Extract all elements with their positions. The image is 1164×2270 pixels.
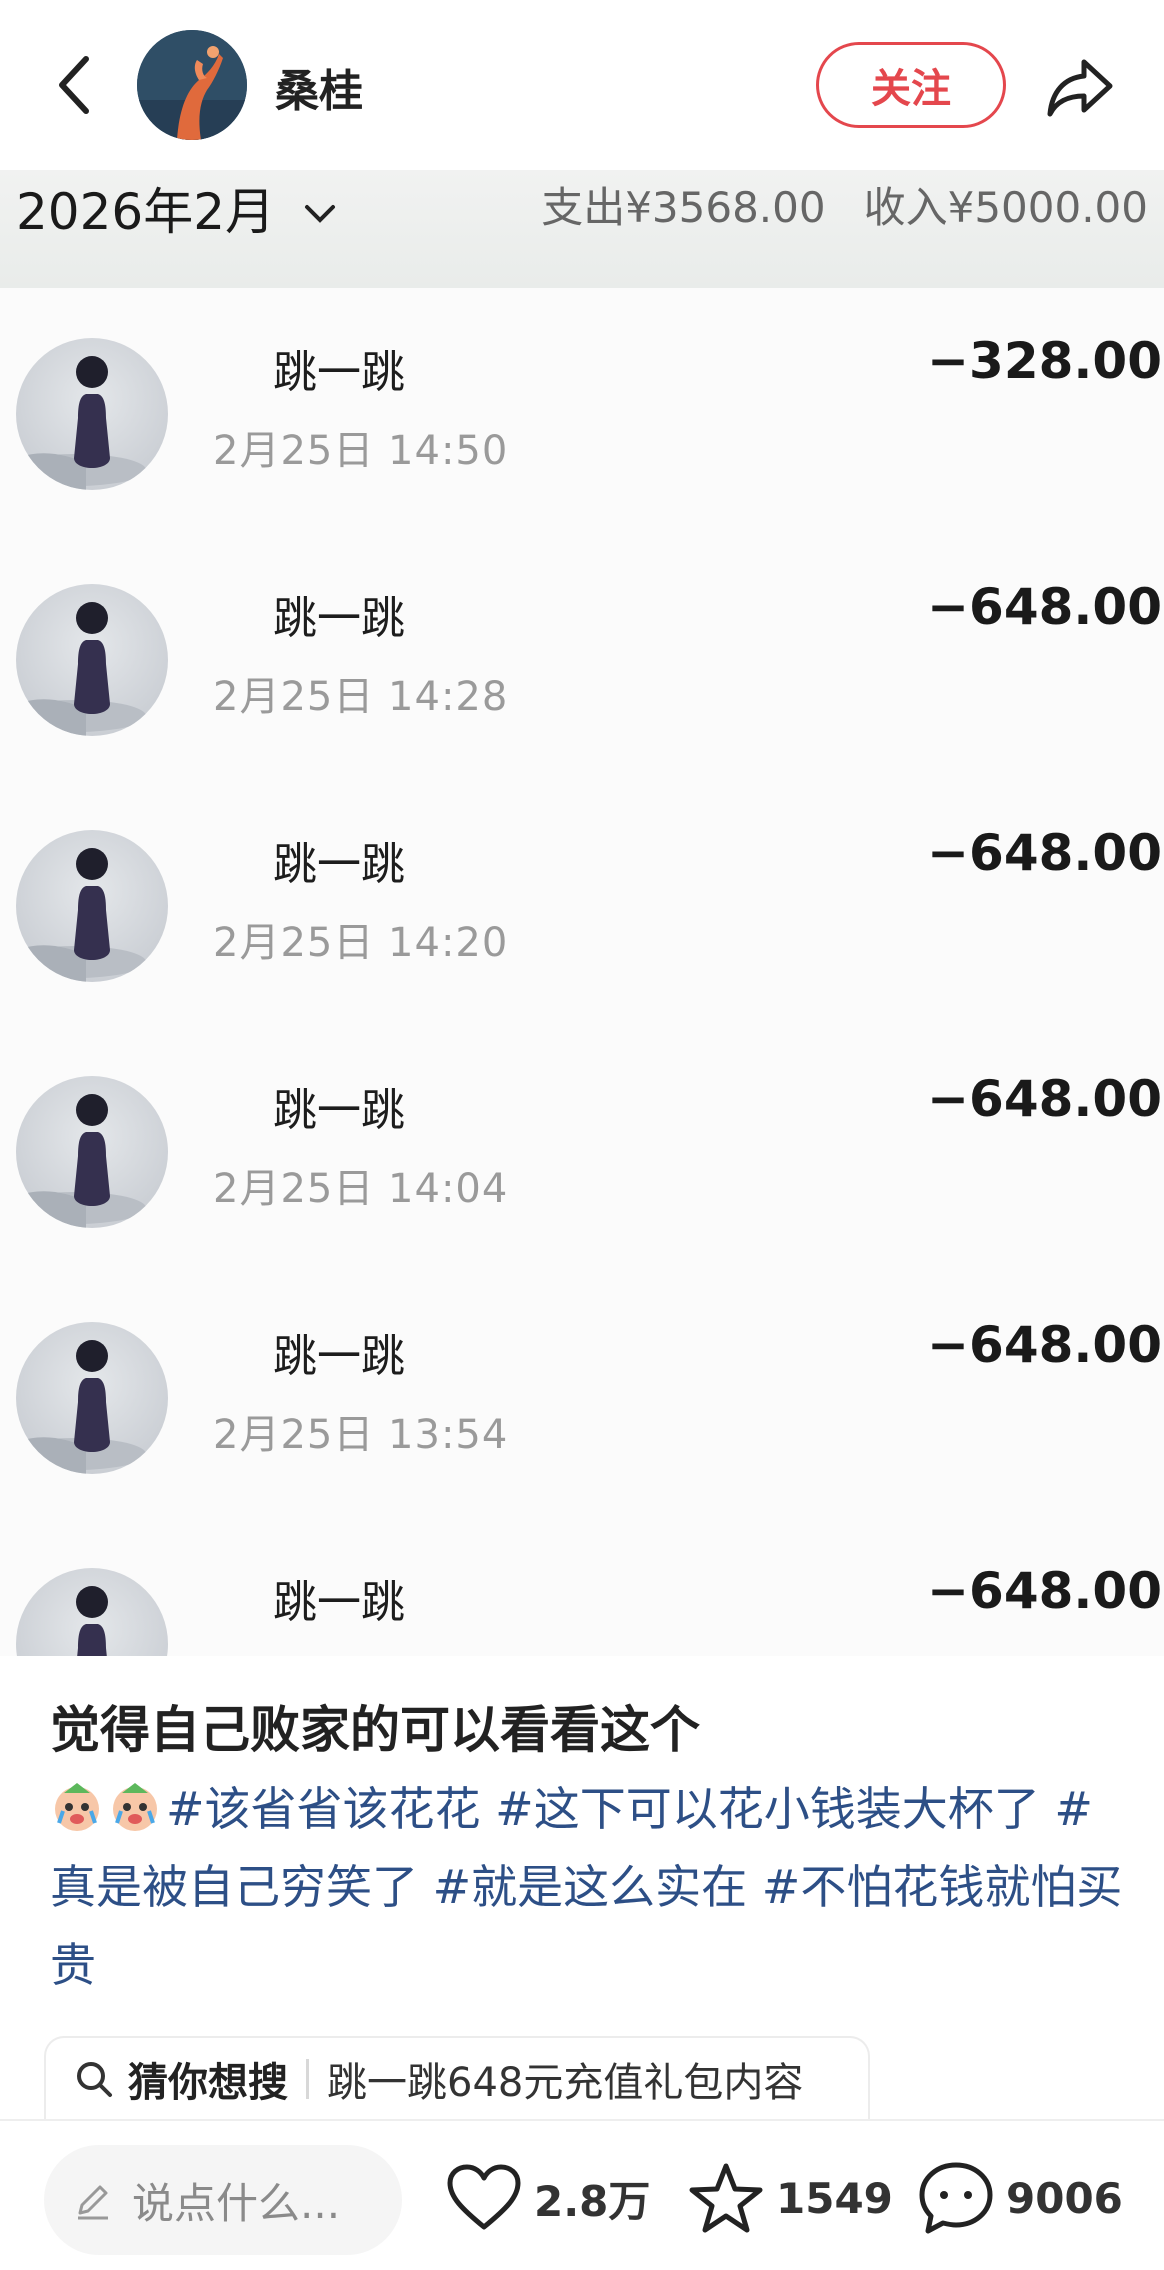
author-avatar[interactable] [137, 30, 247, 140]
hashtag-link[interactable]: #就是这么实在 [433, 1860, 748, 1914]
transaction-amount: −648.00 [927, 1562, 1162, 1620]
transaction-list: 跳一跳 2月25日 14:50 −328.00 跳一跳 2月25日 14:28 −648.… [0, 288, 1164, 1660]
search-suggestion[interactable]: 猜你想搜 跳一跳648元充值礼包内容 [44, 2036, 870, 2120]
comment-button[interactable]: 9006 [918, 2153, 1123, 2243]
favorite-button[interactable]: 1549 [688, 2153, 893, 2243]
transaction-row[interactable]: 跳一跳 2月25日 14:04 −648.00 [0, 1026, 1164, 1272]
divider [306, 2059, 309, 2099]
comment-count: 9006 [1006, 2173, 1123, 2223]
transaction-amount: −648.00 [927, 578, 1162, 636]
transaction-time: 2月25日 14:04 [213, 1166, 509, 1212]
game-avatar [16, 1076, 168, 1228]
transaction-amount: −328.00 [927, 332, 1162, 390]
search-suggestion-query: 跳一跳648元充值礼包内容 [327, 2060, 804, 2106]
transaction-name: 跳一跳 [273, 839, 405, 890]
crying-emoji-icon [55, 1783, 99, 1831]
like-button[interactable]: 2.8万 [446, 2153, 650, 2243]
bottom-bar: 说点什么... 2.8万 1549 9006 [0, 2121, 1164, 2270]
transaction-amount: −648.00 [927, 1316, 1162, 1374]
hashtag-link[interactable]: #这下可以花小钱装大杯了 [495, 1782, 1040, 1836]
star-icon [689, 2163, 763, 2233]
transaction-row[interactable]: 跳一跳 −648.00 [0, 1518, 1164, 1660]
transaction-row[interactable]: 跳一跳 2月25日 14:28 −648.00 [0, 534, 1164, 780]
comment-placeholder: 说点什么... [132, 2178, 341, 2228]
game-avatar [16, 584, 168, 736]
transaction-row[interactable]: 跳一跳 2月25日 14:20 −648.00 [0, 780, 1164, 1026]
back-button[interactable] [44, 45, 104, 125]
transaction-name: 跳一跳 [273, 593, 405, 644]
game-avatar [16, 830, 168, 982]
month-label: 2026年2月 [16, 183, 276, 241]
month-totals: 支出¥3568.00 收入¥5000.00 [541, 174, 1148, 235]
game-avatar [16, 338, 168, 490]
post-title: 觉得自己败家的可以看看这个 [50, 1701, 700, 1759]
favorite-count: 1549 [776, 2173, 893, 2223]
like-count: 2.8万 [534, 2176, 651, 2226]
post-body: #该省省该花花 #这下可以花小钱装大杯了 #真是被自己穷笑了 #就是这么实在 #… [50, 1770, 1130, 2004]
heart-icon [447, 2164, 521, 2230]
transaction-name: 跳一跳 [273, 347, 405, 398]
back-icon [59, 56, 89, 114]
comment-input[interactable]: 说点什么... [44, 2145, 402, 2255]
author-name[interactable]: 桑桂 [275, 55, 363, 119]
transaction-time: 2月25日 14:28 [213, 674, 509, 720]
follow-button[interactable]: 关注 [816, 42, 1006, 128]
transaction-time: 2月25日 14:50 [213, 428, 509, 474]
month-selector: 2026年2月 [16, 172, 337, 244]
transaction-name: 跳一跳 [273, 1331, 405, 1382]
transaction-amount: −648.00 [927, 824, 1162, 882]
search-icon [77, 2062, 112, 2097]
search-suggestion-label: 猜你想搜 [128, 2060, 288, 2106]
income-total: 收入¥5000.00 [863, 183, 1148, 232]
transaction-row[interactable]: 跳一跳 2月25日 14:50 −328.00 [0, 288, 1164, 534]
transaction-name: 跳一跳 [273, 1577, 405, 1628]
share-button[interactable] [1040, 48, 1120, 128]
transaction-amount: −648.00 [927, 1070, 1162, 1128]
game-avatar [16, 1322, 168, 1474]
hashtag-link[interactable]: #该省省该花花 [166, 1782, 481, 1836]
pen-icon [72, 2179, 114, 2221]
transaction-time: 2月25日 14:20 [213, 920, 509, 966]
transaction-name: 跳一跳 [273, 1085, 405, 1136]
post-image[interactable]: 2026年2月 支出¥3568.00 收入¥5000.00 跳一跳 2月25日 14… [0, 170, 1164, 1660]
chevron-down-icon [303, 179, 337, 237]
game-avatar [16, 1568, 168, 1660]
image-edge [0, 1656, 1164, 1660]
transaction-row[interactable]: 跳一跳 2月25日 13:54 −648.00 [0, 1272, 1164, 1518]
month-summary-bar: 2026年2月 支出¥3568.00 收入¥5000.00 [0, 170, 1164, 288]
share-icon [1047, 59, 1113, 117]
expense-total: 支出¥3568.00 [541, 183, 826, 232]
comment-icon [919, 2162, 993, 2234]
top-bar: 桑桂 关注 [0, 0, 1164, 170]
transaction-time: 2月25日 13:54 [213, 1412, 509, 1458]
crying-emoji-icon [113, 1783, 157, 1831]
